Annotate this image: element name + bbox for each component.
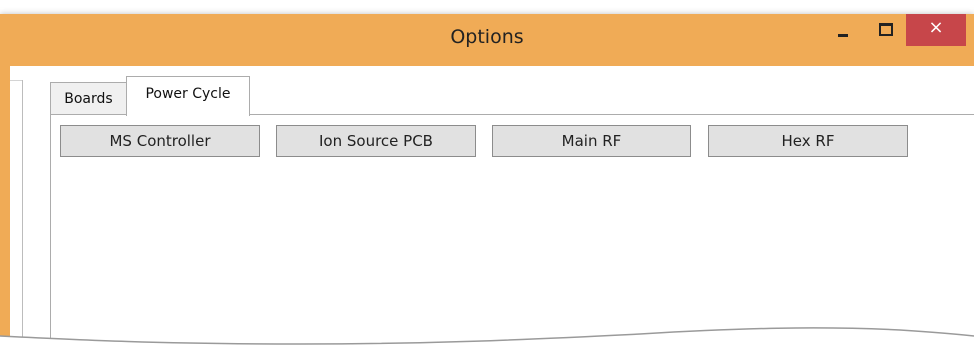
main-rf-button[interactable]: Main RF — [492, 125, 691, 157]
minimize-icon — [838, 33, 848, 37]
tab-power-cycle[interactable]: Power Cycle — [126, 76, 250, 116]
left-pane — [10, 80, 23, 345]
ion-source-pcb-button[interactable]: Ion Source PCB — [276, 125, 476, 157]
client-area: Boards Power Cycle MS Controller Ion Sou… — [10, 66, 974, 345]
tab-control: Boards Power Cycle MS Controller Ion Sou… — [38, 76, 974, 345]
close-icon: × — [928, 17, 944, 38]
minimize-button[interactable] — [820, 14, 866, 46]
screen: Options × Boards Power Cycle MS Controll… — [0, 0, 974, 345]
hex-rf-button[interactable]: Hex RF — [708, 125, 908, 157]
left-pane-divider — [10, 80, 22, 81]
maximize-icon — [879, 22, 893, 36]
maximize-button[interactable] — [866, 14, 906, 46]
options-window: Options × Boards Power Cycle MS Controll… — [0, 14, 974, 345]
tab-boards[interactable]: Boards — [50, 82, 127, 114]
tab-strip: Boards Power Cycle — [38, 76, 974, 116]
close-button[interactable]: × — [906, 14, 966, 46]
ms-controller-button[interactable]: MS Controller — [60, 125, 260, 157]
power-cycle-panel: MS Controller Ion Source PCB Main RF Hex… — [50, 114, 974, 345]
title-bar[interactable]: Options × — [0, 14, 974, 66]
